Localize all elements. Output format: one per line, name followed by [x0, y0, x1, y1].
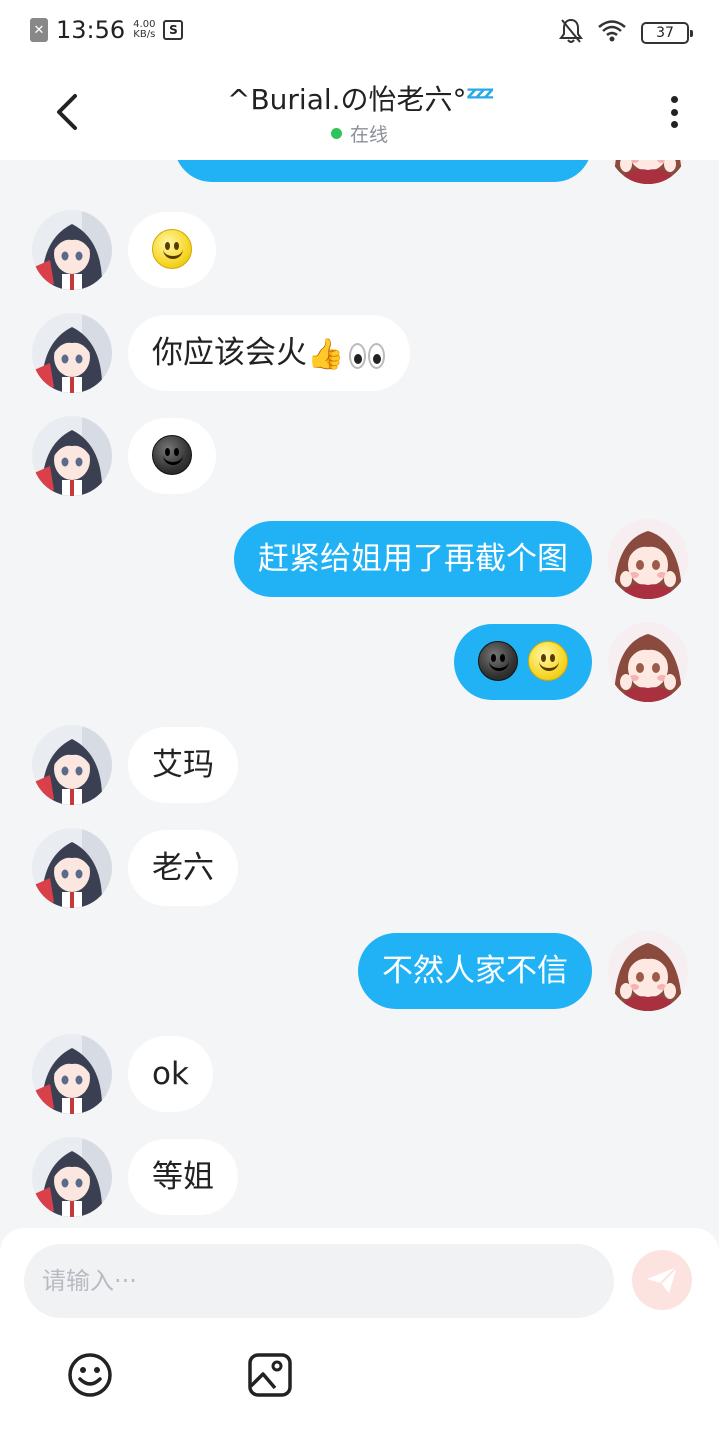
message-row	[0, 622, 719, 702]
dark-smiling-face-icon	[152, 434, 192, 475]
status-bar: ✕ 13:56 4.00 KB/s S 37	[0, 0, 719, 64]
slightly-smiling-face-icon	[152, 228, 192, 269]
wifi-icon	[597, 19, 627, 47]
message-text: 赶紧给姐用了再截个图	[258, 541, 568, 577]
my-avatar[interactable]	[608, 160, 688, 184]
contact-avatar[interactable]	[32, 725, 112, 805]
message-input[interactable]: 请输入···	[24, 1244, 614, 1318]
message-bubble-incoming[interactable]: ok	[128, 1036, 213, 1112]
message-bubble-incoming[interactable]	[128, 418, 216, 494]
message-row: ok	[0, 1034, 719, 1114]
message-bubble-outgoing[interactable]: 赶紧给姐用了再截个图	[234, 521, 592, 597]
message-list[interactable]: 你应该会火👍 赶紧给姐用了再截个图 艾玛 老六 不然人家不信 ok 等姐	[0, 160, 719, 1230]
more-menu-button[interactable]	[659, 92, 689, 132]
emoji-button[interactable]	[65, 1350, 115, 1400]
message-text: 你应该会火	[152, 335, 307, 371]
notification-close-icon: ✕	[30, 18, 48, 42]
contact-avatar[interactable]	[32, 1137, 112, 1217]
message-row: 不然人家不信	[0, 931, 719, 1011]
my-avatar[interactable]	[608, 622, 688, 702]
send-icon	[647, 1266, 678, 1293]
battery-level: 37	[656, 25, 674, 41]
message-row	[0, 210, 719, 290]
message-text: ok	[152, 1056, 189, 1092]
message-bubble-incoming[interactable]	[128, 212, 216, 288]
dark-smiling-face-icon	[478, 640, 519, 681]
image-icon	[248, 1353, 292, 1397]
message-text: 等姐	[152, 1159, 214, 1195]
contact-avatar[interactable]	[32, 828, 112, 908]
network-speed: 4.00 KB/s	[133, 20, 155, 40]
contact-avatar[interactable]	[32, 1034, 112, 1114]
message-row: 等姐	[0, 1137, 719, 1217]
my-avatar[interactable]	[608, 519, 688, 599]
chat-header: ^Burial.の怡老六°zzz 在线	[0, 64, 719, 160]
contact-avatar[interactable]	[32, 210, 112, 290]
contact-avatar[interactable]	[32, 313, 112, 393]
message-text: 艾玛	[152, 747, 214, 783]
thumbs-up-icon: 👍	[307, 336, 345, 372]
screenshot-icon: S	[163, 20, 184, 40]
slightly-smiling-face-icon	[528, 640, 568, 681]
message-row: 你应该会火👍	[0, 313, 719, 393]
message-bubble-incoming[interactable]: 等姐	[128, 1139, 238, 1215]
message-row: 赶紧给姐用了再截个图	[0, 519, 719, 599]
chat-title: ^Burial.の怡老六°zzz	[0, 78, 719, 118]
sleeping-zzz-icon: zzz	[466, 82, 494, 104]
status-time: 13:56	[56, 16, 126, 44]
network-speed-unit: KB/s	[133, 29, 156, 40]
message-bubble-incoming[interactable]: 老六	[128, 830, 238, 906]
online-status-text: 在线	[349, 124, 388, 146]
mute-bell-icon	[559, 18, 583, 48]
composer: 请输入···	[0, 1228, 719, 1435]
message-bubble-outgoing[interactable]	[454, 624, 592, 700]
message-bubble-incoming[interactable]: 你应该会火👍	[128, 315, 411, 393]
my-avatar[interactable]	[608, 931, 688, 1011]
more-vertical-icon	[670, 96, 678, 103]
message-row	[0, 416, 719, 496]
online-status: 在线	[0, 120, 719, 147]
message-row	[0, 160, 719, 184]
emoji-icon	[68, 1353, 112, 1397]
message-row: 艾玛	[0, 725, 719, 805]
message-bubble-incoming[interactable]: 艾玛	[128, 727, 238, 803]
message-bubble-outgoing[interactable]: 不然人家不信	[358, 933, 592, 1009]
contact-name: ^Burial.の怡老六°	[227, 83, 467, 116]
send-button[interactable]	[632, 1250, 692, 1310]
message-row: 老六	[0, 828, 719, 908]
contact-avatar[interactable]	[32, 416, 112, 496]
eyes-icon	[348, 317, 386, 393]
image-button[interactable]	[245, 1350, 295, 1400]
message-text: 不然人家不信	[382, 953, 568, 989]
battery-icon: 37	[641, 22, 693, 44]
message-text: 老六	[152, 850, 214, 886]
online-dot-icon	[330, 128, 342, 139]
message-bubble-outgoing[interactable]	[174, 160, 592, 182]
